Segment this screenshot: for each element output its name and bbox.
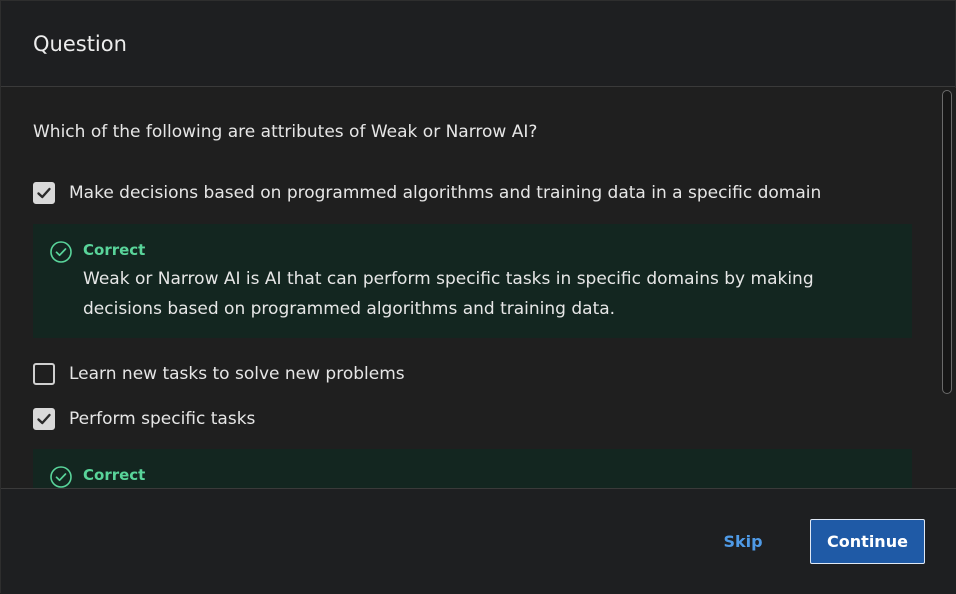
option-1-checkbox[interactable]: [33, 182, 55, 204]
checkmark-icon: [37, 413, 51, 425]
question-dialog: Question Which of the following are attr…: [0, 0, 956, 594]
dialog-title: Question: [33, 31, 127, 56]
option-3[interactable]: Perform specific tasks: [33, 408, 255, 430]
scrollbar[interactable]: [941, 88, 953, 488]
option-1-label: Make decisions based on programmed algor…: [69, 183, 822, 203]
dialog-header: Question: [1, 1, 955, 87]
check-circle-icon: [50, 241, 72, 263]
feedback-1: Correct Weak or Narrow AI is AI that can…: [33, 224, 912, 338]
skip-button[interactable]: Skip: [711, 519, 775, 563]
question-text: Which of the following are attributes of…: [33, 122, 538, 142]
feedback-status: Correct: [83, 241, 146, 259]
option-3-label: Perform specific tasks: [69, 409, 256, 429]
option-2-checkbox[interactable]: [33, 363, 55, 385]
option-1[interactable]: Make decisions based on programmed algor…: [33, 182, 821, 204]
feedback-2: Correct: [33, 449, 912, 488]
dialog-footer: Skip Continue: [1, 488, 956, 594]
option-2-label: Learn new tasks to solve new problems: [69, 364, 405, 384]
check-circle-icon: [50, 466, 72, 488]
option-3-checkbox[interactable]: [33, 408, 55, 430]
dialog-body[interactable]: Which of the following are attributes of…: [1, 88, 956, 488]
feedback-status: Correct: [83, 466, 146, 484]
feedback-1-text: Correct Weak or Narrow AI is AI that can…: [83, 238, 892, 324]
checkmark-icon: [37, 187, 51, 199]
feedback-2-text: Correct: [83, 463, 145, 487]
feedback-explanation: Weak or Narrow AI is AI that can perform…: [83, 269, 814, 319]
scrollbar-thumb[interactable]: [942, 90, 952, 394]
option-2[interactable]: Learn new tasks to solve new problems: [33, 363, 405, 385]
continue-button[interactable]: Continue: [810, 519, 925, 564]
